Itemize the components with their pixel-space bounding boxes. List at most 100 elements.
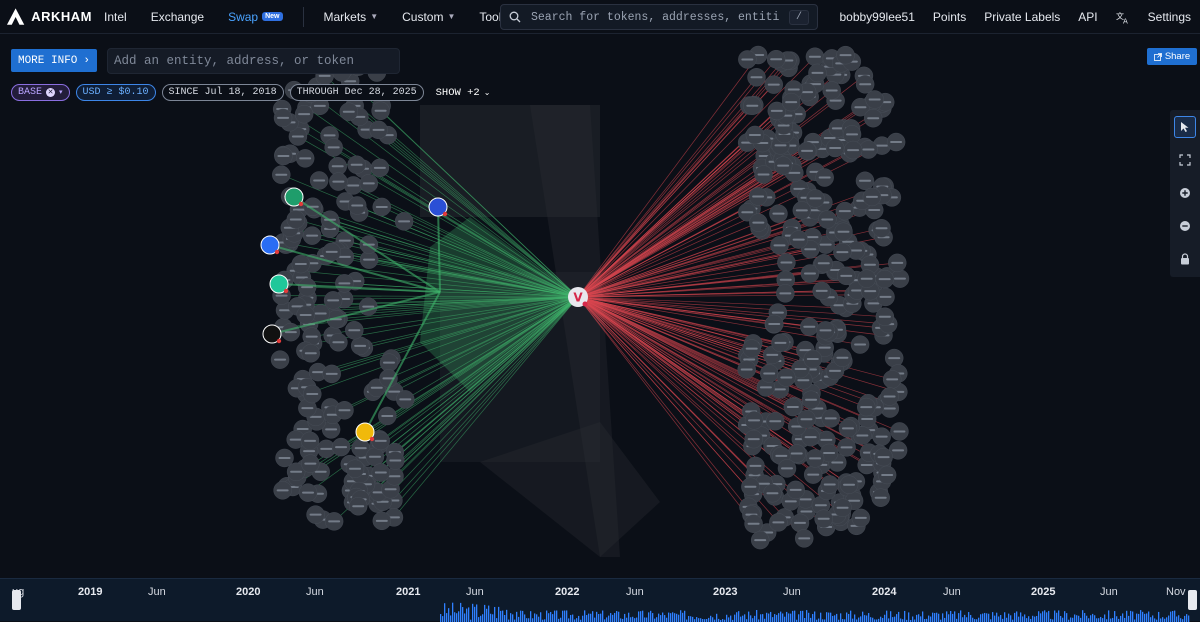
address-node[interactable] <box>309 171 329 190</box>
address-node[interactable] <box>744 514 763 533</box>
address-node[interactable] <box>378 406 397 426</box>
address-node[interactable] <box>882 370 902 389</box>
address-node[interactable] <box>833 348 852 367</box>
address-node[interactable] <box>298 483 318 502</box>
address-node[interactable] <box>790 513 810 533</box>
more-info-button[interactable]: MORE INFO › <box>11 49 97 72</box>
address-node[interactable] <box>800 317 819 336</box>
zoom-in-button[interactable] <box>1174 182 1196 204</box>
address-node[interactable] <box>815 168 834 187</box>
address-node[interactable] <box>301 454 320 473</box>
address-node[interactable] <box>345 321 364 340</box>
address-node[interactable] <box>272 165 291 184</box>
address-node[interactable] <box>862 187 882 207</box>
address-node[interactable] <box>838 419 858 438</box>
address-node[interactable] <box>764 75 783 94</box>
show-more-filters[interactable]: SHOW +2 ⌄ <box>436 87 491 99</box>
address-node[interactable] <box>777 459 797 478</box>
address-node[interactable] <box>871 488 890 507</box>
address-node[interactable] <box>297 277 317 297</box>
address-node[interactable] <box>857 269 876 288</box>
fit-view-button[interactable] <box>1174 149 1196 171</box>
address-node[interactable] <box>295 149 315 168</box>
nav-api[interactable]: API <box>1069 10 1106 24</box>
address-node[interactable] <box>302 226 322 245</box>
address-node[interactable] <box>855 75 875 94</box>
address-node[interactable] <box>786 480 805 500</box>
share-button[interactable]: Share <box>1147 48 1197 65</box>
address-node[interactable] <box>371 431 390 451</box>
nav-settings[interactable]: Settings <box>1139 10 1200 24</box>
address-node[interactable] <box>749 213 768 232</box>
zoom-out-button[interactable] <box>1174 215 1196 237</box>
address-node[interactable] <box>754 165 773 184</box>
address-node[interactable] <box>783 397 803 417</box>
address-node[interactable] <box>394 212 414 231</box>
global-search[interactable]: / <box>500 4 818 30</box>
address-node[interactable] <box>771 333 790 353</box>
address-node[interactable] <box>329 333 348 352</box>
address-node[interactable] <box>744 411 764 430</box>
address-node[interactable] <box>801 390 821 410</box>
address-node[interactable] <box>371 101 390 121</box>
transaction-flow-graph[interactable]: V <box>0 42 1200 575</box>
address-node[interactable] <box>359 297 378 316</box>
address-node[interactable] <box>335 401 354 420</box>
address-node[interactable] <box>324 512 344 531</box>
nav-markets-menu[interactable]: Markets ▼ <box>312 10 391 24</box>
address-node[interactable] <box>880 387 899 406</box>
nav-exchange[interactable]: Exchange <box>139 10 216 24</box>
address-node[interactable] <box>820 475 839 494</box>
address-node[interactable] <box>748 187 768 206</box>
address-node[interactable] <box>379 353 399 372</box>
address-node[interactable] <box>322 242 341 262</box>
address-node[interactable] <box>751 530 770 550</box>
address-node[interactable] <box>877 465 897 485</box>
address-node[interactable] <box>822 81 841 100</box>
address-node[interactable] <box>836 45 855 65</box>
address-node[interactable] <box>763 483 782 503</box>
address-node[interactable] <box>747 68 766 87</box>
address-node[interactable] <box>789 230 808 249</box>
timeline-start-handle[interactable] <box>12 590 21 610</box>
address-node[interactable] <box>350 336 370 356</box>
address-node[interactable] <box>787 444 806 463</box>
address-node[interactable] <box>855 171 875 190</box>
user-account-link[interactable]: bobby99lee51 <box>830 10 923 24</box>
chain-filter-chip[interactable]: BASE ✕ ▾ <box>11 84 70 101</box>
address-node[interactable] <box>369 120 388 140</box>
address-node[interactable] <box>372 511 392 531</box>
address-node[interactable] <box>329 172 348 191</box>
address-node[interactable] <box>863 109 883 128</box>
address-node[interactable] <box>781 92 801 112</box>
address-node[interactable] <box>797 409 816 429</box>
address-node[interactable] <box>875 307 895 326</box>
address-node[interactable] <box>273 108 293 128</box>
address-node[interactable] <box>890 422 909 441</box>
address-node[interactable] <box>745 125 765 145</box>
address-node[interactable] <box>818 210 837 229</box>
address-node[interactable] <box>275 448 294 468</box>
address-node[interactable] <box>875 269 894 289</box>
address-node[interactable] <box>744 429 763 449</box>
address-node[interactable] <box>386 451 405 470</box>
address-node[interactable] <box>339 102 358 121</box>
language-button[interactable]: 文 A <box>1107 11 1139 24</box>
address-node[interactable] <box>797 141 817 161</box>
address-node[interactable] <box>323 291 343 310</box>
address-node[interactable] <box>742 339 761 358</box>
address-node[interactable] <box>306 505 325 524</box>
address-node[interactable] <box>372 197 391 217</box>
usd-filter-chip[interactable]: USD ≥ $0.10 <box>75 84 156 101</box>
address-node[interactable] <box>872 219 891 238</box>
address-node[interactable] <box>812 281 831 301</box>
address-node[interactable] <box>301 344 320 363</box>
pointer-tool-button[interactable] <box>1174 116 1196 138</box>
address-node[interactable] <box>286 210 306 229</box>
address-node[interactable] <box>804 465 823 484</box>
address-node[interactable] <box>359 174 379 193</box>
timeline-scrubber[interactable]: ug2019Jun2020Jun2021Jun2022Jun2023Jun202… <box>0 578 1200 622</box>
address-node[interactable] <box>766 49 786 69</box>
address-node[interactable] <box>371 463 391 482</box>
address-node[interactable] <box>776 284 795 303</box>
